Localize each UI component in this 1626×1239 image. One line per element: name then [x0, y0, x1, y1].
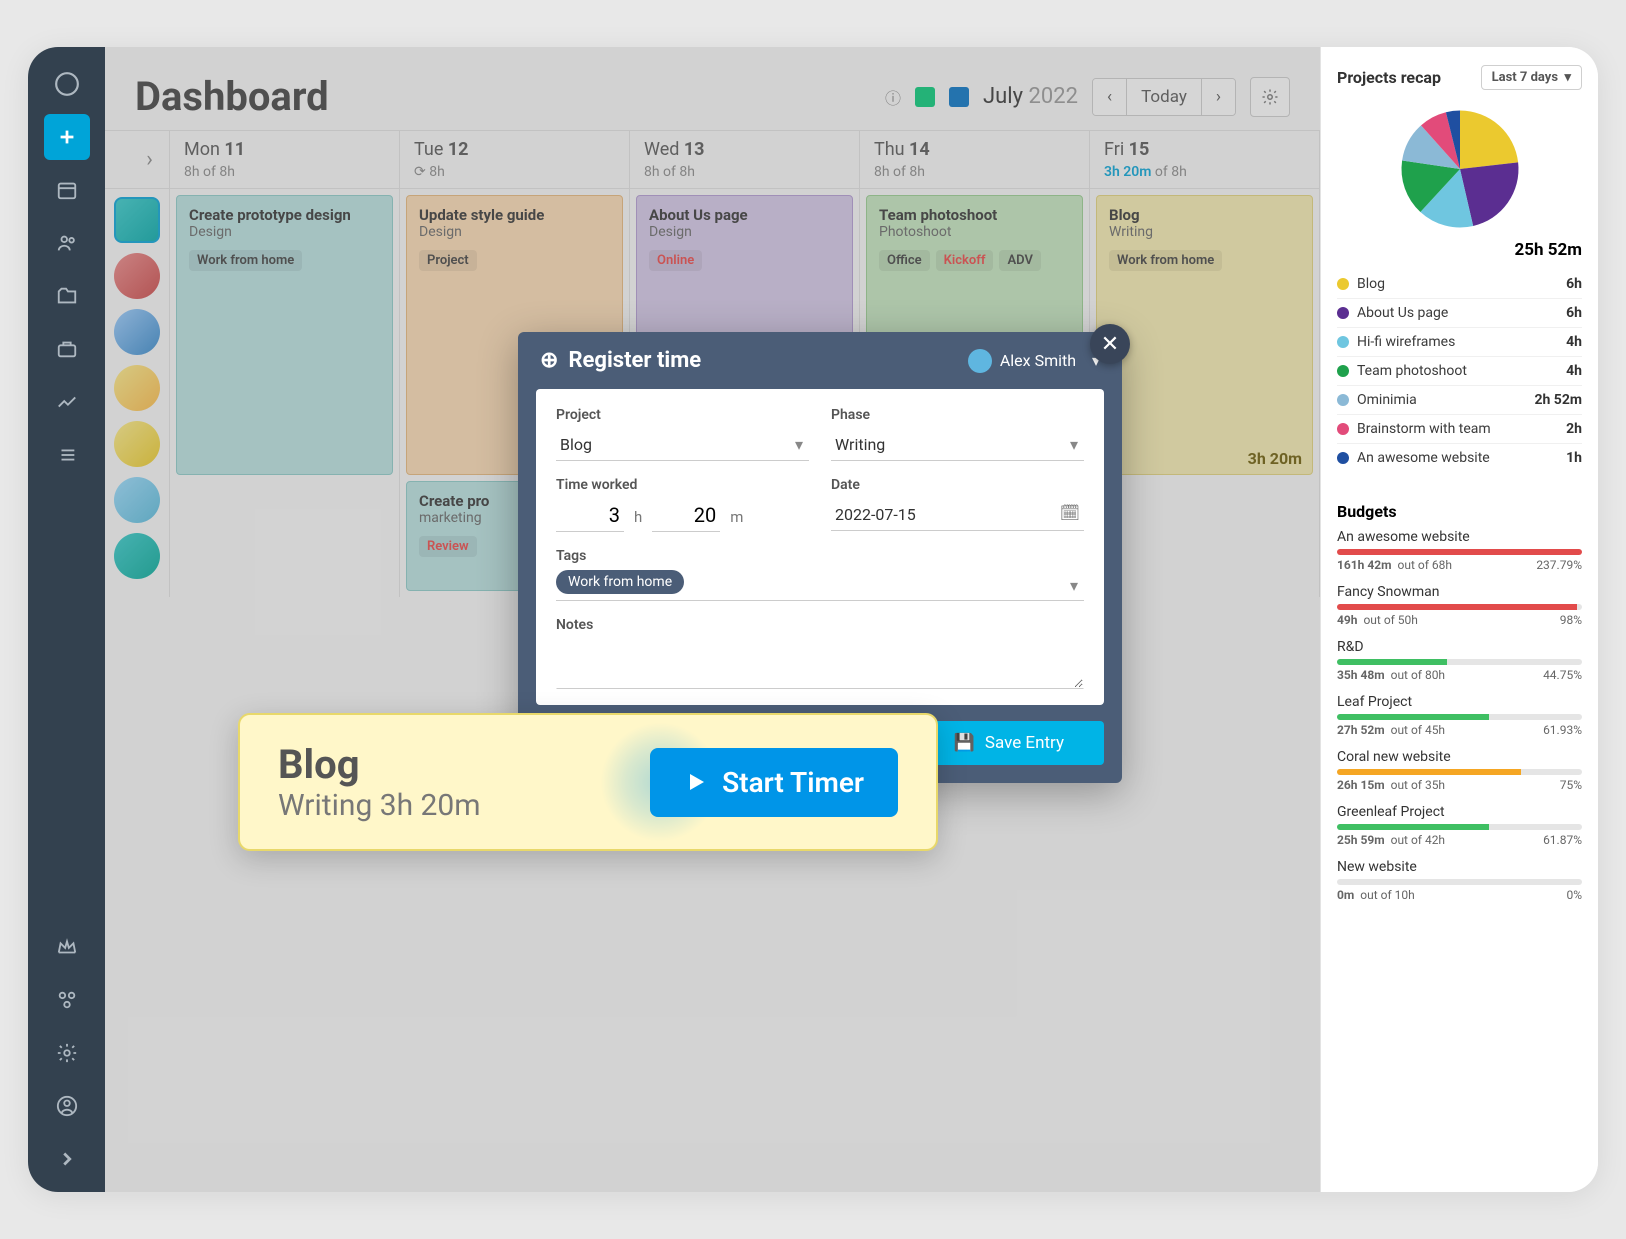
folder-nav-icon[interactable] [44, 273, 90, 319]
recap-range-dropdown[interactable]: Last 7 days ▾ [1481, 65, 1582, 90]
collapse-icon[interactable] [44, 1136, 90, 1182]
settings-nav-icon[interactable] [44, 1030, 90, 1076]
modal-title: Register time [568, 348, 701, 373]
recap-pie-chart [1337, 104, 1582, 234]
right-panel: Projects recap Last 7 days ▾ 25h 52m Blo… [1320, 47, 1598, 1192]
profile-nav-icon[interactable] [44, 1083, 90, 1129]
play-icon [684, 770, 708, 794]
integrations-nav-icon[interactable] [44, 977, 90, 1023]
hours-input[interactable] [556, 499, 624, 532]
sidebar [28, 47, 105, 1192]
budget-row[interactable]: Fancy Snowman 49h out of 50h98% [1337, 584, 1582, 627]
budgets-heading: Budgets [1337, 502, 1582, 521]
start-timer-button[interactable]: Start Timer [650, 748, 898, 817]
user-avatar-icon [968, 349, 992, 373]
legend-row[interactable]: Team photoshoot4h [1337, 357, 1582, 386]
legend-row[interactable]: Ominimia2h 52m [1337, 386, 1582, 415]
date-input[interactable] [831, 499, 1084, 531]
crown-nav-icon[interactable] [44, 924, 90, 970]
toast-title: Blog [278, 741, 481, 788]
legend-row[interactable]: An awesome website1h [1337, 444, 1582, 472]
add-button[interactable] [44, 114, 90, 160]
budget-row[interactable]: Greenleaf Project 25h 59m out of 42h61.8… [1337, 804, 1582, 847]
briefcase-nav-icon[interactable] [44, 326, 90, 372]
minutes-input[interactable] [652, 499, 720, 532]
project-select[interactable]: Blog [556, 429, 809, 461]
save-icon: 💾 [954, 733, 975, 753]
legend-row[interactable]: About Us page6h [1337, 299, 1582, 328]
budget-row[interactable]: Leaf Project 27h 52m out of 45h61.93% [1337, 694, 1582, 737]
hours-unit: h [634, 508, 642, 526]
tags-label: Tags [556, 548, 1084, 564]
logo-icon[interactable] [44, 61, 90, 107]
toast-subline: Writing 3h 20m [278, 788, 481, 823]
recap-heading: Projects recap [1337, 68, 1441, 87]
budget-row[interactable]: New website 0m out of 10h0% [1337, 859, 1582, 902]
phase-select[interactable]: Writing [831, 429, 1084, 461]
close-modal-button[interactable]: ✕ [1090, 324, 1130, 364]
minutes-unit: m [730, 508, 743, 526]
plus-circle-icon: ⊕ [540, 348, 558, 373]
budget-row[interactable]: R&D 35h 48m out of 80h44.75% [1337, 639, 1582, 682]
legend-row[interactable]: Blog6h [1337, 270, 1582, 299]
calendar-icon[interactable]: 🗓 [1060, 503, 1080, 522]
phase-label: Phase [831, 407, 1084, 423]
project-label: Project [556, 407, 809, 423]
timer-toast: Blog Writing 3h 20m Start Timer [238, 713, 938, 851]
tag-chip[interactable]: Work from home [556, 570, 684, 594]
budget-row[interactable]: Coral new website 26h 15m out of 35h75% [1337, 749, 1582, 792]
team-nav-icon[interactable] [44, 220, 90, 266]
budget-row[interactable]: An awesome website 161h 42m out of 68h23… [1337, 529, 1582, 572]
time-worked-label: Time worked [556, 477, 809, 493]
notes-label: Notes [556, 617, 1084, 633]
save-entry-button[interactable]: 💾 Save Entry [914, 721, 1104, 765]
modal-user-dropdown[interactable]: Alex Smith ▾ [968, 349, 1100, 373]
date-label: Date [831, 477, 1084, 493]
notes-textarea[interactable] [556, 639, 1084, 689]
list-nav-icon[interactable] [44, 432, 90, 478]
calendar-nav-icon[interactable] [44, 167, 90, 213]
legend-row[interactable]: Hi-fi wireframes4h [1337, 328, 1582, 357]
recap-total: 25h 52m [1337, 240, 1582, 260]
legend-row[interactable]: Brainstorm with team2h [1337, 415, 1582, 444]
chart-nav-icon[interactable] [44, 379, 90, 425]
